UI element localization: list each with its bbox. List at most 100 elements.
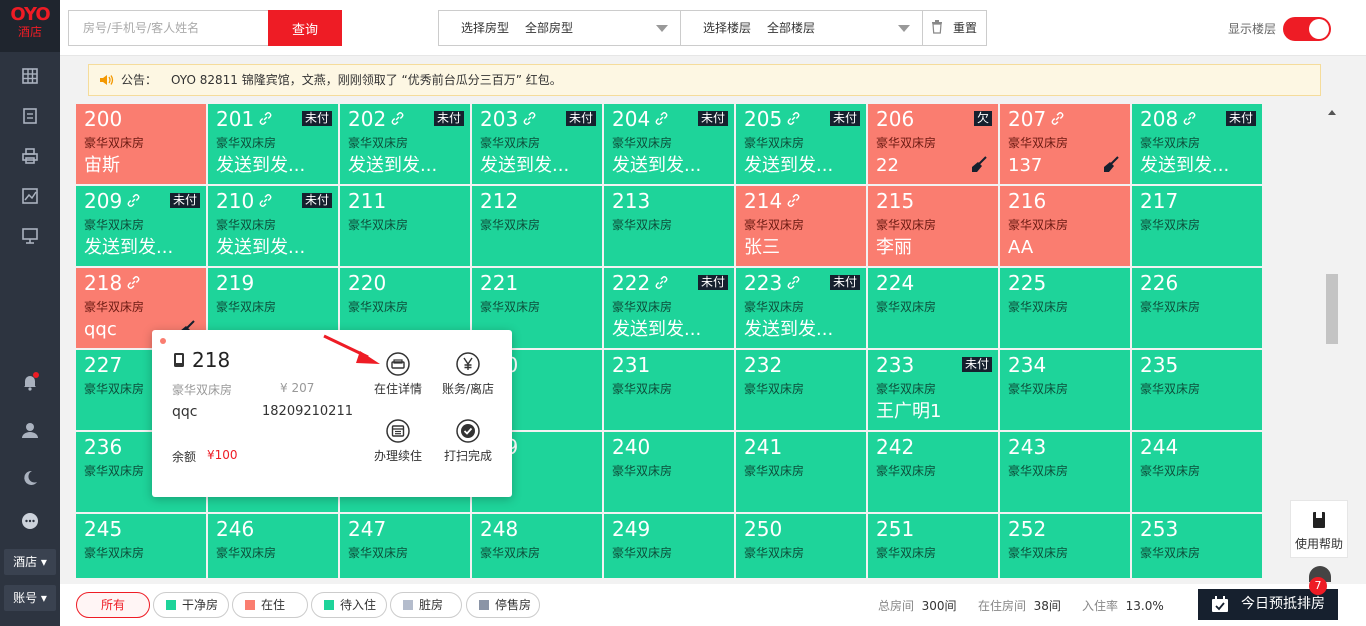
bell-icon[interactable] — [20, 372, 40, 392]
filter-all[interactable]: 所有 — [76, 592, 150, 618]
moon-icon[interactable] — [20, 468, 40, 488]
filter-clean[interactable]: 干净房 — [153, 592, 229, 618]
room-tile[interactable]: 200 豪华双床房 宙斯 — [76, 104, 206, 184]
room-type: 豪华双床房 — [1008, 464, 1069, 478]
room-tile[interactable]: 251 豪华双床房 — [868, 514, 998, 578]
hotel-menu[interactable]: 酒店 ▾ — [4, 549, 56, 575]
room-tile[interactable]: 213 豪华双床房 — [604, 186, 734, 266]
room-number: 225 — [1008, 271, 1047, 295]
room-tile[interactable]: 205 豪华双床房 发送到发... 未付 — [736, 104, 866, 184]
status-badge: 未付 — [829, 275, 860, 290]
room-number: 247 — [348, 517, 387, 541]
room-type: 豪华双床房 — [1140, 218, 1201, 232]
room-tile[interactable]: 215 豪华双床房 李丽 — [868, 186, 998, 266]
room-tile[interactable]: 243 豪华双床房 — [1000, 432, 1130, 512]
show-floor-toggle[interactable] — [1283, 17, 1331, 41]
list-icon[interactable] — [20, 106, 40, 126]
room-tile[interactable]: 223 豪华双床房 发送到发... 未付 — [736, 268, 866, 348]
room-tile[interactable]: 202 豪华双床房 发送到发... 未付 — [340, 104, 470, 184]
room-tile[interactable]: 222 豪华双床房 发送到发... 未付 — [604, 268, 734, 348]
room-tile[interactable]: 235 豪华双床房 — [1132, 350, 1262, 430]
guest-name: 宙斯 — [84, 155, 120, 176]
popup-guest-name: qqc — [172, 404, 198, 420]
oyo-logo[interactable]: OYO 酒店 — [0, 0, 60, 52]
room-tile[interactable]: 247 豪华双床房 — [340, 514, 470, 578]
status-badge: 未付 — [961, 357, 992, 372]
room-number: 209 — [84, 189, 123, 213]
checkout-button[interactable]: 账务/离店 — [433, 352, 503, 397]
room-tile[interactable]: 240 豪华双床房 — [604, 432, 734, 512]
room-type: 豪华双床房 — [480, 546, 541, 560]
room-tile[interactable]: 246 豪华双床房 — [208, 514, 338, 578]
reset-button[interactable]: 重置 — [922, 10, 987, 46]
speaker-icon — [100, 75, 114, 85]
room-tile[interactable]: 204 豪华双床房 发送到发... 未付 — [604, 104, 734, 184]
room-tile[interactable]: 231 豪华双床房 — [604, 350, 734, 430]
room-tile[interactable]: 226 豪华双床房 — [1132, 268, 1262, 348]
room-type: 豪华双床房 — [1140, 546, 1201, 560]
room-tile[interactable]: 209 豪华双床房 发送到发... 未付 — [76, 186, 206, 266]
toggle-knob — [1309, 19, 1329, 39]
room-tile[interactable]: 248 豪华双床房 — [472, 514, 602, 578]
room-tile[interactable]: 249 豪华双床房 — [604, 514, 734, 578]
room-tile[interactable]: 245 豪华双床房 — [76, 514, 206, 578]
floor-select[interactable]: 选择楼层 全部楼层 — [680, 10, 923, 46]
room-tile[interactable]: 250 豪华双床房 — [736, 514, 866, 578]
grid-icon[interactable] — [20, 66, 40, 86]
account-menu[interactable]: 账号 ▾ — [4, 585, 56, 611]
broom-icon — [1102, 156, 1120, 174]
chart-icon[interactable] — [20, 186, 40, 206]
room-tile[interactable]: 206 豪华双床房 22 欠 — [868, 104, 998, 184]
room-number: 212 — [480, 189, 519, 213]
room-type: 豪华双床房 — [1008, 382, 1069, 396]
room-tile[interactable]: 217 豪华双床房 — [1132, 186, 1262, 266]
filter-dirty[interactable]: 脏房 — [390, 592, 462, 618]
search-input[interactable] — [68, 10, 268, 46]
link-icon — [786, 275, 801, 290]
room-number: 204 — [612, 107, 651, 131]
room-tile[interactable]: 207 豪华双床房 137 — [1000, 104, 1130, 184]
user-icon[interactable] — [20, 420, 40, 440]
room-type: 豪华双床房 — [348, 546, 409, 560]
occupied-rooms-value: 38间 — [1033, 599, 1061, 613]
room-tile[interactable]: 208 豪华双床房 发送到发... 未付 — [1132, 104, 1262, 184]
room-type: 豪华双床房 — [1140, 464, 1201, 478]
room-tile[interactable]: 201 豪华双床房 发送到发... 未付 — [208, 104, 338, 184]
scrollbar-thumb[interactable] — [1326, 274, 1338, 344]
room-type: 豪华双床房 — [480, 300, 541, 314]
scroll-up-icon[interactable] — [1328, 110, 1336, 115]
room-tile[interactable]: 232 豪华双床房 — [736, 350, 866, 430]
room-tile[interactable]: 214 豪华双床房 张三 — [736, 186, 866, 266]
room-tile[interactable]: 216 豪华双床房 AA — [1000, 186, 1130, 266]
room-tile[interactable]: 211 豪华双床房 — [340, 186, 470, 266]
printer-icon[interactable] — [20, 146, 40, 166]
today-arrivals-button[interactable]: 今日预抵排房 7 — [1198, 577, 1338, 620]
cleaning-done-button[interactable]: 打扫完成 — [433, 419, 503, 464]
chat-icon[interactable] — [20, 511, 40, 531]
total-rooms-label: 总房间 — [878, 599, 915, 613]
extend-stay-button[interactable]: 办理续住 — [363, 419, 433, 464]
room-tile[interactable]: 252 豪华双床房 — [1000, 514, 1130, 578]
dirty-swatch — [403, 600, 413, 610]
popup-room-number: 218 — [192, 348, 231, 372]
room-tile[interactable]: 210 豪华双床房 发送到发... 未付 — [208, 186, 338, 266]
room-type-select[interactable]: 选择房型 全部房型 — [438, 10, 681, 46]
room-tile[interactable]: 242 豪华双床房 — [868, 432, 998, 512]
room-tile[interactable]: 234 豪华双床房 — [1000, 350, 1130, 430]
room-number: 220 — [348, 271, 387, 295]
room-tile[interactable]: 233 豪华双床房 王广明1 未付 — [868, 350, 998, 430]
search-button[interactable]: 查询 — [268, 10, 342, 46]
room-tile[interactable]: 241 豪华双床房 — [736, 432, 866, 512]
filter-pending[interactable]: 待入住 — [311, 592, 387, 618]
help-button[interactable]: 使用帮助 — [1290, 500, 1348, 558]
filter-out-of-service[interactable]: 停售房 — [466, 592, 540, 618]
room-tile[interactable]: 212 豪华双床房 — [472, 186, 602, 266]
monitor-icon[interactable] — [20, 226, 40, 246]
filter-occupied[interactable]: 在住 — [232, 592, 308, 618]
room-tile[interactable]: 224 豪华双床房 — [868, 268, 998, 348]
room-type: 豪华双床房 — [1140, 136, 1201, 150]
room-tile[interactable]: 203 豪华双床房 发送到发... 未付 — [472, 104, 602, 184]
room-tile[interactable]: 253 豪华双床房 — [1132, 514, 1262, 578]
room-tile[interactable]: 244 豪华双床房 — [1132, 432, 1262, 512]
room-tile[interactable]: 225 豪华双床房 — [1000, 268, 1130, 348]
